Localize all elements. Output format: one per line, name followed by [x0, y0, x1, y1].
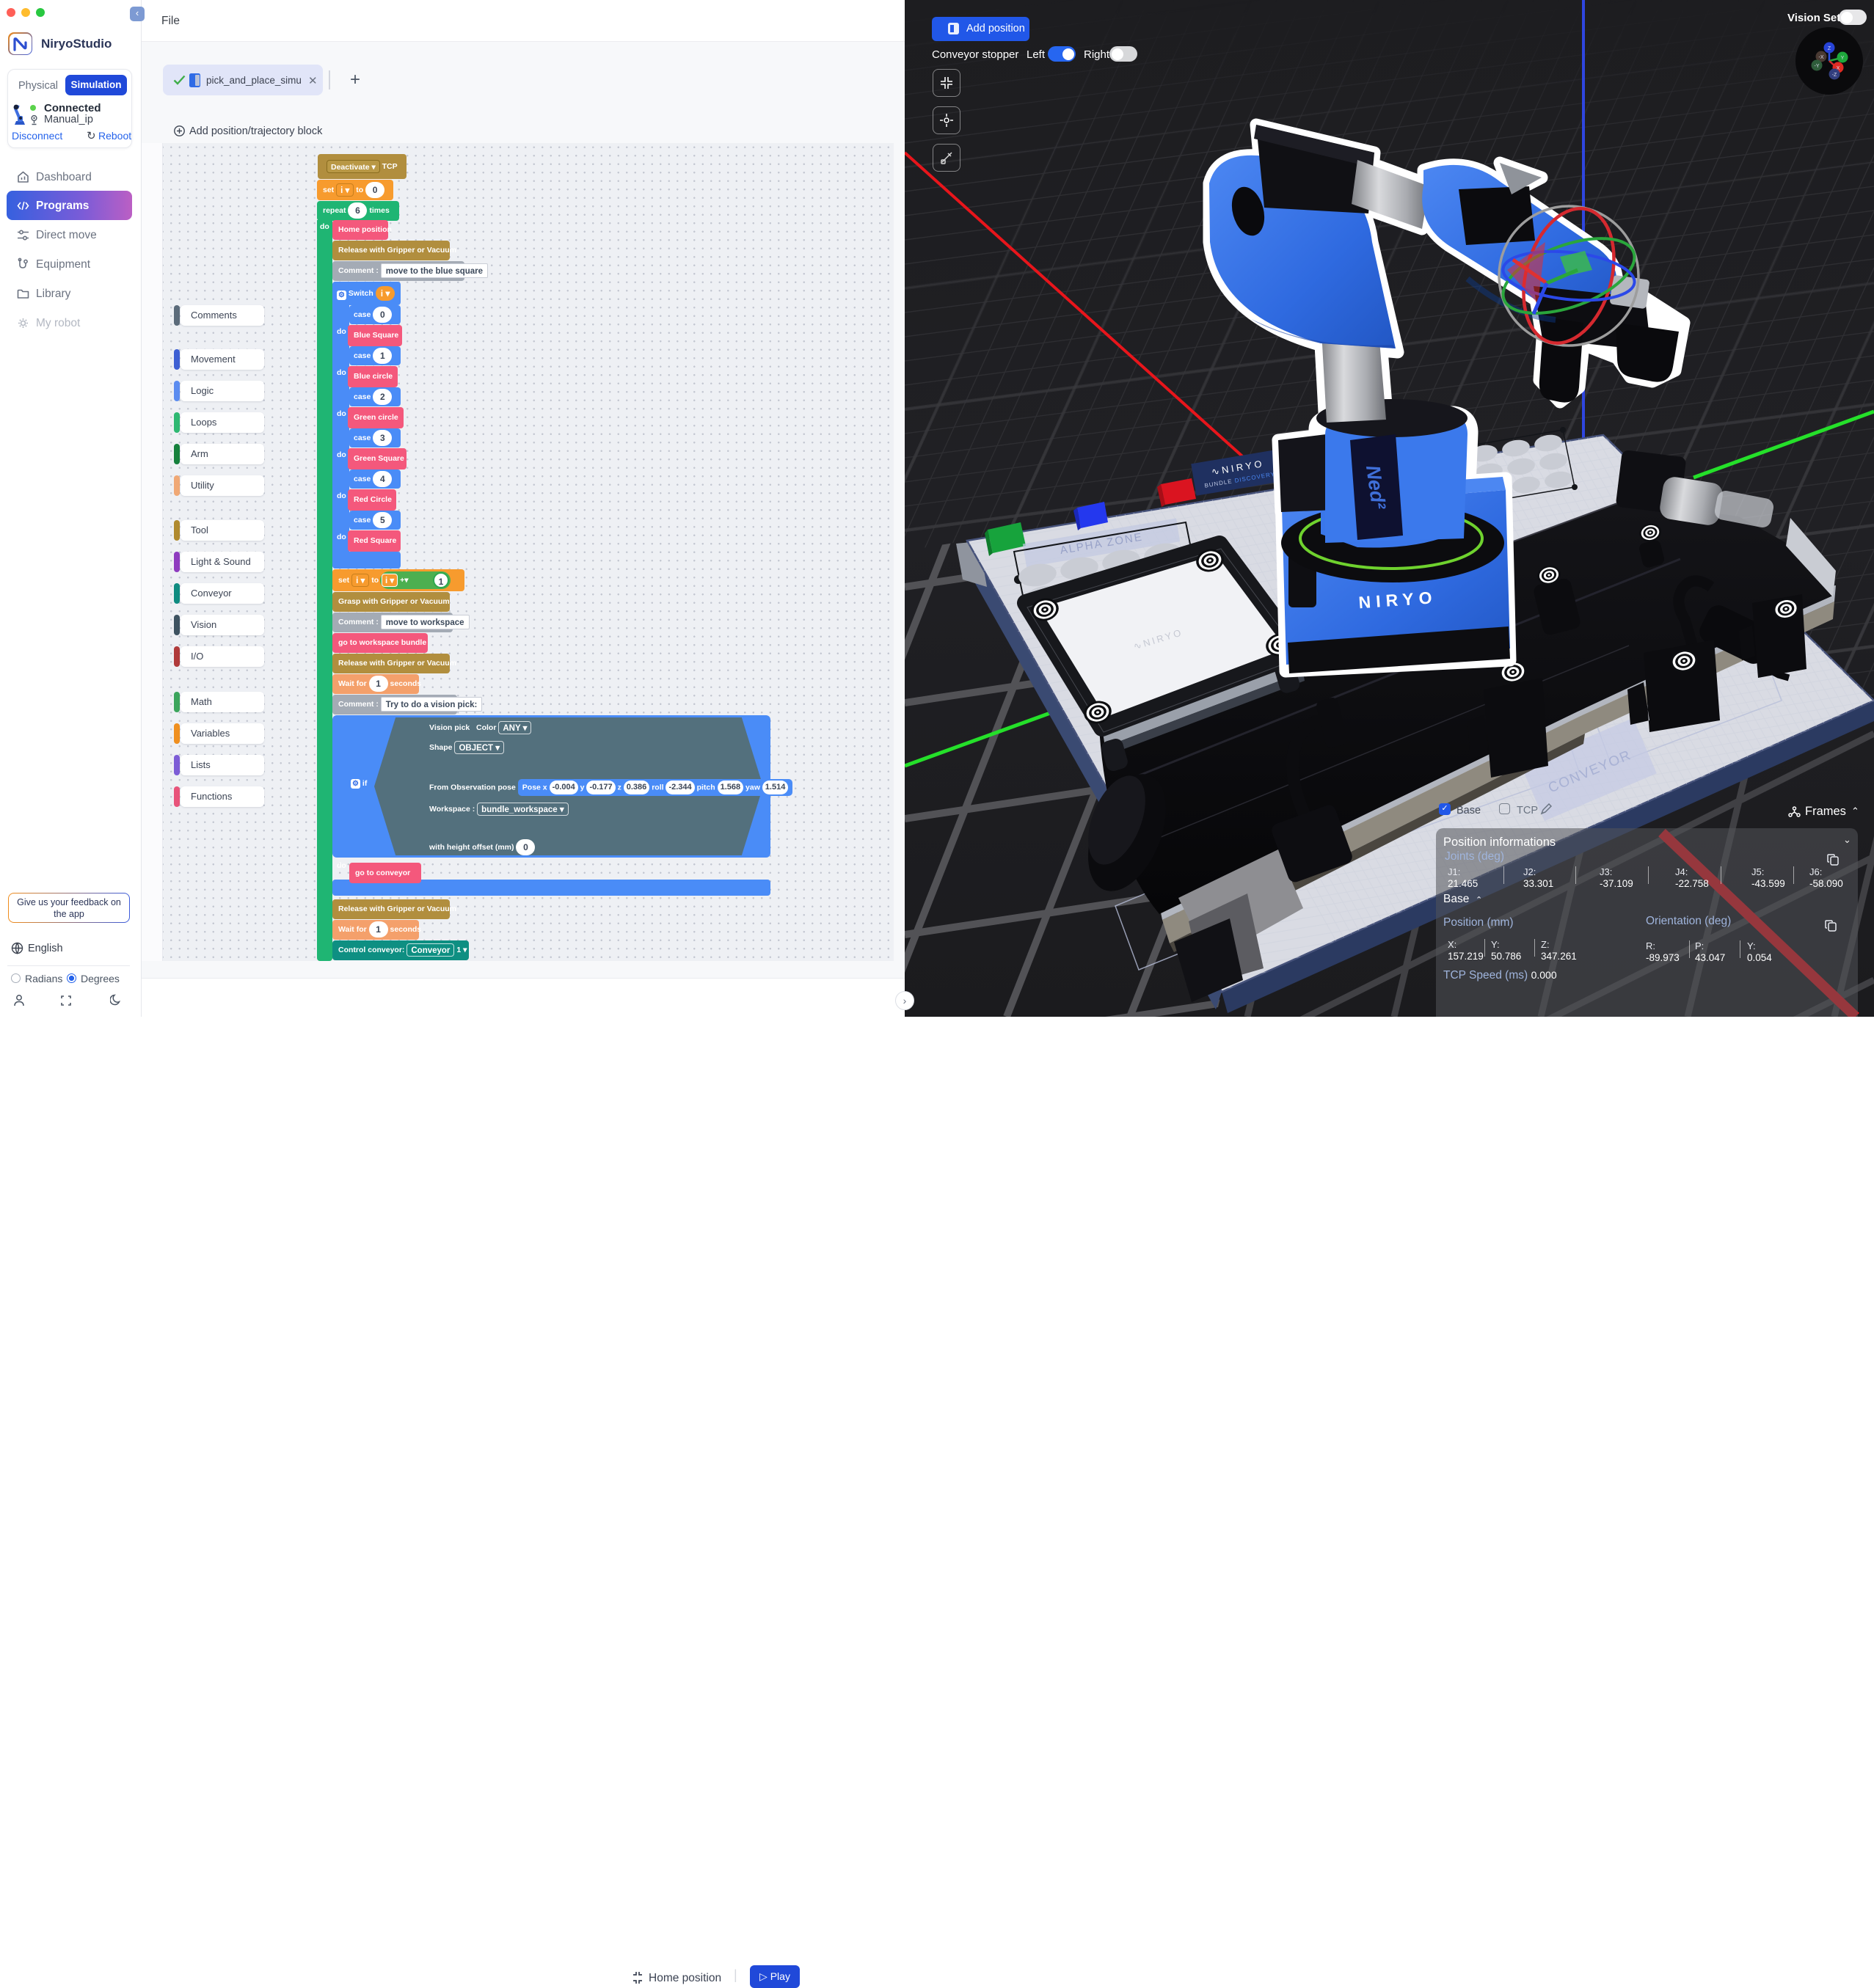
svg-text:Y: Y: [1841, 56, 1845, 61]
svg-text:-Z: -Z: [1832, 73, 1837, 78]
svg-text:-X: -X: [1819, 55, 1824, 60]
svg-text:-Y: -Y: [1815, 64, 1820, 69]
svg-text:Z: Z: [1828, 46, 1831, 51]
